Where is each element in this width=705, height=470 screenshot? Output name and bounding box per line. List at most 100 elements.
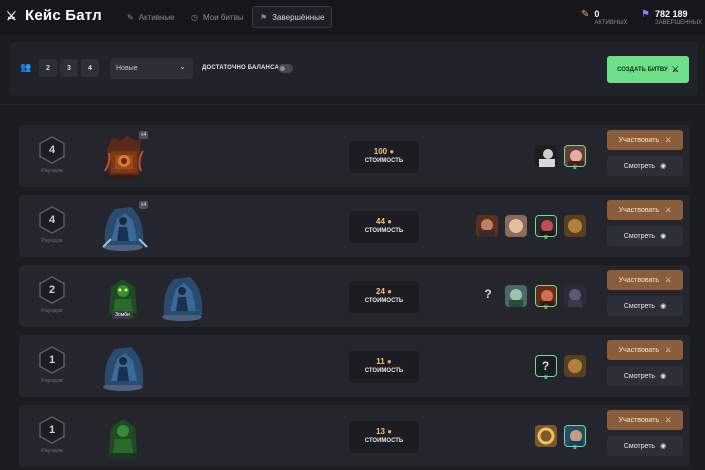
filter-bar: 👥 2 3 4 Новые ⌄ ДОСТАТОЧНО БАЛАНСА СОЗДА…	[10, 42, 698, 96]
price-value: 11 ●	[349, 357, 419, 366]
zombie-case-image	[101, 411, 149, 461]
avatar[interactable]	[564, 355, 586, 377]
price-box: 13 ● СТОИМОСТЬ	[349, 421, 419, 453]
create-battle-button[interactable]: СОЗДАТЬ БИТВУ ⚔	[607, 56, 689, 83]
avatar[interactable]	[476, 215, 498, 237]
tab-my-battles[interactable]: ◷ Мои битвы	[184, 6, 251, 28]
battle-row: 4 Раундов x4 44 ● СТОИМОСТЬ ♛ Участвоват…	[19, 195, 690, 257]
tab-active[interactable]: ✎ Активные	[120, 6, 182, 28]
avatar[interactable]	[505, 215, 527, 237]
join-button-label: Участвовать	[618, 276, 660, 284]
price-value: 44 ●	[349, 217, 419, 226]
case-tag: Зомби	[112, 311, 133, 319]
avatar-winner[interactable]	[564, 425, 586, 447]
price-amount: 44	[376, 217, 385, 226]
logo[interactable]: ⚔ Кейс Батл	[6, 7, 102, 24]
watch-battle-button[interactable]: Смотреть ◉	[607, 296, 683, 316]
price-value: 100 ●	[349, 147, 419, 156]
avatar-winner[interactable]	[535, 285, 557, 307]
crown-icon: ♛	[572, 165, 578, 171]
coin-icon: ●	[389, 147, 395, 156]
stat-label: АКТИВНЫХ	[594, 20, 628, 26]
avatar-winner-empty[interactable]: ?	[535, 355, 557, 377]
price-label: СТОИМОСТЬ	[364, 298, 404, 304]
crossed-swords-icon: ⚔	[665, 207, 672, 214]
ice-case-image	[101, 341, 149, 391]
crossed-swords-icon: ⚔	[665, 347, 672, 354]
rounds-label: Раундов	[41, 448, 63, 454]
player-count-4[interactable]: 4	[81, 59, 99, 77]
rounds-badge: 1	[37, 345, 67, 375]
avatar[interactable]	[535, 145, 557, 167]
avatar[interactable]	[535, 425, 557, 447]
join-button-label: Участвовать	[618, 346, 660, 354]
price-box: 44 ● СТОИМОСТЬ	[349, 211, 419, 243]
join-battle-button[interactable]: Участвовать ⚔	[607, 200, 683, 220]
avatar[interactable]	[505, 285, 527, 307]
crossed-swords-icon: ⚔	[6, 8, 17, 23]
tab-completed[interactable]: ⚑ Завершённые	[252, 6, 333, 28]
tab-label: Активные	[138, 12, 175, 22]
stat-completed: ⚑ 782 189 ЗАВЕРШЕННЫХ	[641, 9, 702, 27]
rounds-badge: 4	[37, 205, 67, 235]
stat-label: ЗАВЕРШЕННЫХ	[654, 20, 703, 26]
flag-icon: ⚑	[260, 12, 268, 22]
rounds-label: Раундов	[41, 378, 63, 384]
stat-value: 0	[594, 9, 600, 19]
rounds-badge: 4	[37, 135, 67, 165]
battle-row: 4 Раундов x4 100 ● СТОИМОСТЬ ♛ Участвова…	[19, 125, 690, 187]
join-battle-button[interactable]: Участвовать ⚔	[607, 130, 683, 150]
watch-battle-button[interactable]: Смотреть ◉	[607, 436, 683, 456]
player-count-2[interactable]: 2	[39, 59, 57, 77]
eye-icon: ◉	[660, 443, 667, 450]
avatar-winner[interactable]	[564, 145, 586, 167]
watch-button-label: Смотреть	[623, 302, 656, 310]
ice-case-image	[160, 271, 208, 321]
divider	[0, 104, 705, 105]
rounds-label: Раундов	[41, 238, 63, 244]
price-value: 13 ●	[349, 427, 419, 436]
crown-icon: ♛	[543, 305, 549, 311]
rounds-count: 4	[48, 214, 56, 226]
join-battle-button[interactable]: Участвовать ⚔	[607, 270, 683, 290]
balance-toggle[interactable]	[278, 64, 293, 73]
watch-battle-button[interactable]: Смотреть ◉	[607, 226, 683, 246]
coin-icon: ●	[386, 357, 392, 366]
empty-slot-question-icon: ?	[484, 287, 492, 301]
rounds-badge: 2	[37, 275, 67, 305]
coin-icon: ●	[387, 427, 392, 436]
top-header: ⚔ Кейс Батл ✎ Активные ◷ Мои битвы ⚑ Зав…	[0, 0, 705, 34]
sort-select-value: Новые	[116, 65, 138, 72]
sort-select[interactable]: Новые ⌄	[110, 58, 193, 79]
rounds-count: 4	[48, 144, 56, 156]
avatar[interactable]	[564, 215, 586, 237]
coin-icon: ●	[387, 287, 392, 296]
clock-icon: ◷	[191, 12, 198, 22]
eye-icon: ◉	[660, 373, 667, 380]
join-battle-button[interactable]: Участвовать ⚔	[607, 340, 683, 360]
tab-label: Мои битвы	[202, 12, 244, 22]
join-battle-button[interactable]: Участвовать ⚔	[607, 410, 683, 430]
crown-icon: ♛	[572, 445, 578, 451]
avatar-winner[interactable]	[535, 215, 557, 237]
logo-text: Кейс Батл	[25, 7, 102, 24]
price-amount: 100	[373, 147, 388, 156]
rounds-count: 2	[48, 284, 56, 296]
eye-icon: ◉	[660, 303, 667, 310]
watch-battle-button[interactable]: Смотреть ◉	[607, 156, 683, 176]
rounds-count: 1	[48, 424, 56, 436]
price-label: СТОИМОСТЬ	[364, 368, 404, 374]
price-label: СТОИМОСТЬ	[364, 228, 404, 234]
price-amount: 13	[376, 427, 385, 436]
watch-battle-button[interactable]: Смотреть ◉	[607, 366, 683, 386]
empty-slot-question-icon: ?	[541, 359, 550, 373]
rounds-label: Раундов	[41, 168, 63, 174]
flag-icon: ⚑	[641, 9, 650, 20]
player-count-3[interactable]: 3	[60, 59, 78, 77]
crown-icon: ♛	[543, 375, 549, 381]
watch-button-label: Смотреть	[623, 162, 656, 170]
price-box: 24 ● СТОИМОСТЬ	[349, 281, 419, 313]
battle-row: 1 Раундов 13 ● СТОИМОСТЬ ♛ Участвовать ⚔…	[19, 405, 690, 467]
avatar[interactable]	[564, 285, 586, 307]
stat-active: ✎ 0 АКТИВНЫХ	[581, 9, 628, 27]
